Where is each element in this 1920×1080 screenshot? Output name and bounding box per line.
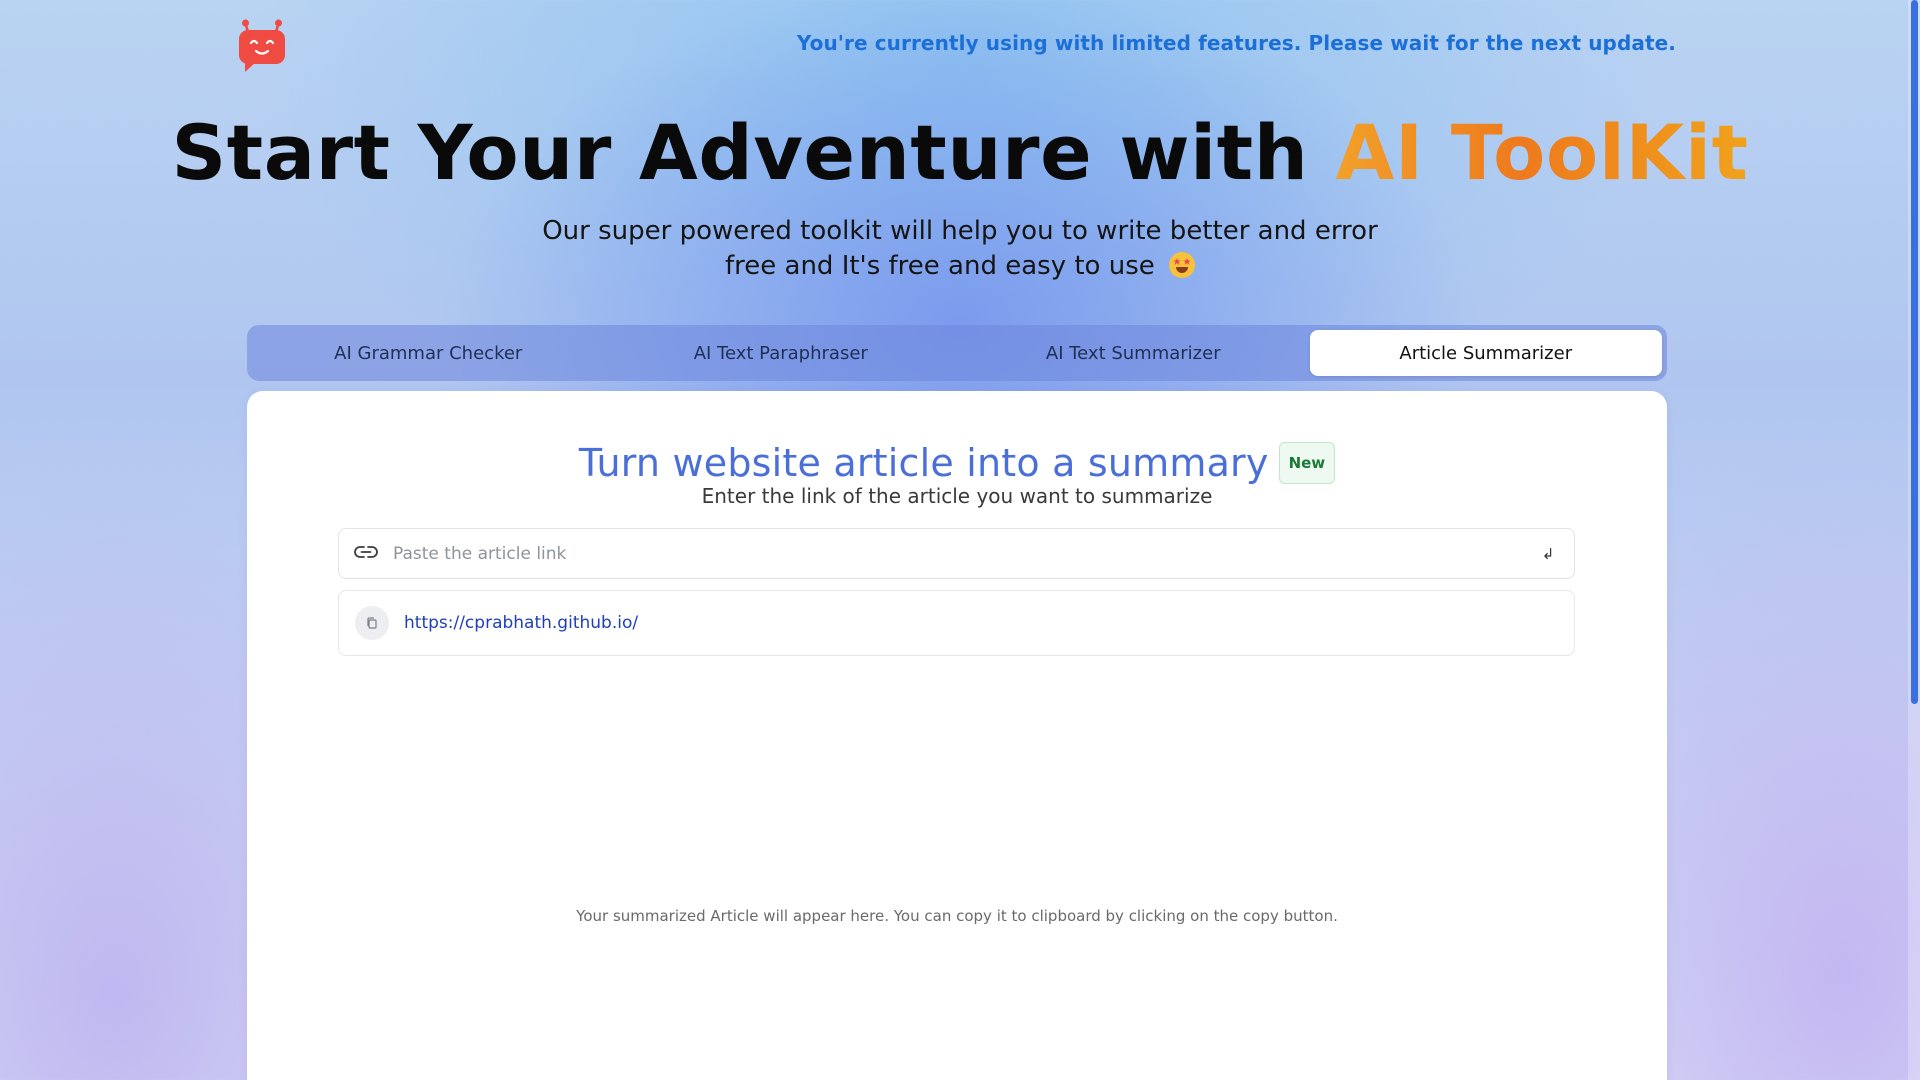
summary-output-placeholder: Your summarized Article will appear here… [576, 907, 1338, 925]
page-scrollbar[interactable] [1908, 0, 1920, 1080]
hero-subtitle: Our super powered toolkit will help you … [0, 214, 1920, 284]
copy-icon [367, 617, 377, 629]
history-item-link[interactable]: https://cprabhath.github.io/ [404, 613, 638, 633]
limited-features-notice: You're currently using with limited feat… [796, 31, 1676, 55]
copy-button[interactable] [355, 606, 389, 640]
article-link-input[interactable] [391, 542, 1538, 565]
star-struck-emoji-icon [1169, 252, 1195, 278]
new-badge: New [1278, 442, 1336, 484]
article-summarizer-card: Turn website article into a summary New … [247, 391, 1667, 1080]
hero-subtitle-line-1: Our super powered toolkit will help you … [542, 216, 1378, 246]
tab-ai-grammar-checker[interactable]: AI Grammar Checker [252, 330, 605, 376]
hero-title-accent: AI ToolKit [1335, 108, 1749, 197]
hero-subtitle-line-2: free and It's free and easy to use [724, 251, 1155, 281]
hero-title-prefix: Start Your Adventure with [171, 108, 1309, 197]
robot-chat-icon[interactable] [236, 16, 288, 72]
tool-tabs: AI Grammar Checker AI Text Paraphraser A… [247, 325, 1667, 381]
enter-icon[interactable]: ↲ [1538, 545, 1558, 563]
card-subtitle: Enter the link of the article you want t… [701, 484, 1213, 508]
link-icon [353, 544, 379, 564]
article-link-field[interactable]: ↲ [338, 528, 1575, 579]
history-item: https://cprabhath.github.io/ [338, 590, 1575, 656]
card-heading: Turn website article into a summary New [247, 441, 1667, 485]
hero-title: Start Your Adventure with AI ToolKit [0, 108, 1920, 198]
card-title: Turn website article into a summary [578, 441, 1269, 485]
tab-article-summarizer[interactable]: Article Summarizer [1309, 330, 1662, 376]
tab-ai-text-summarizer[interactable]: AI Text Summarizer [957, 330, 1310, 376]
tab-ai-text-paraphraser[interactable]: AI Text Paraphraser [605, 330, 958, 376]
scrollbar-thumb[interactable] [1911, 0, 1918, 704]
